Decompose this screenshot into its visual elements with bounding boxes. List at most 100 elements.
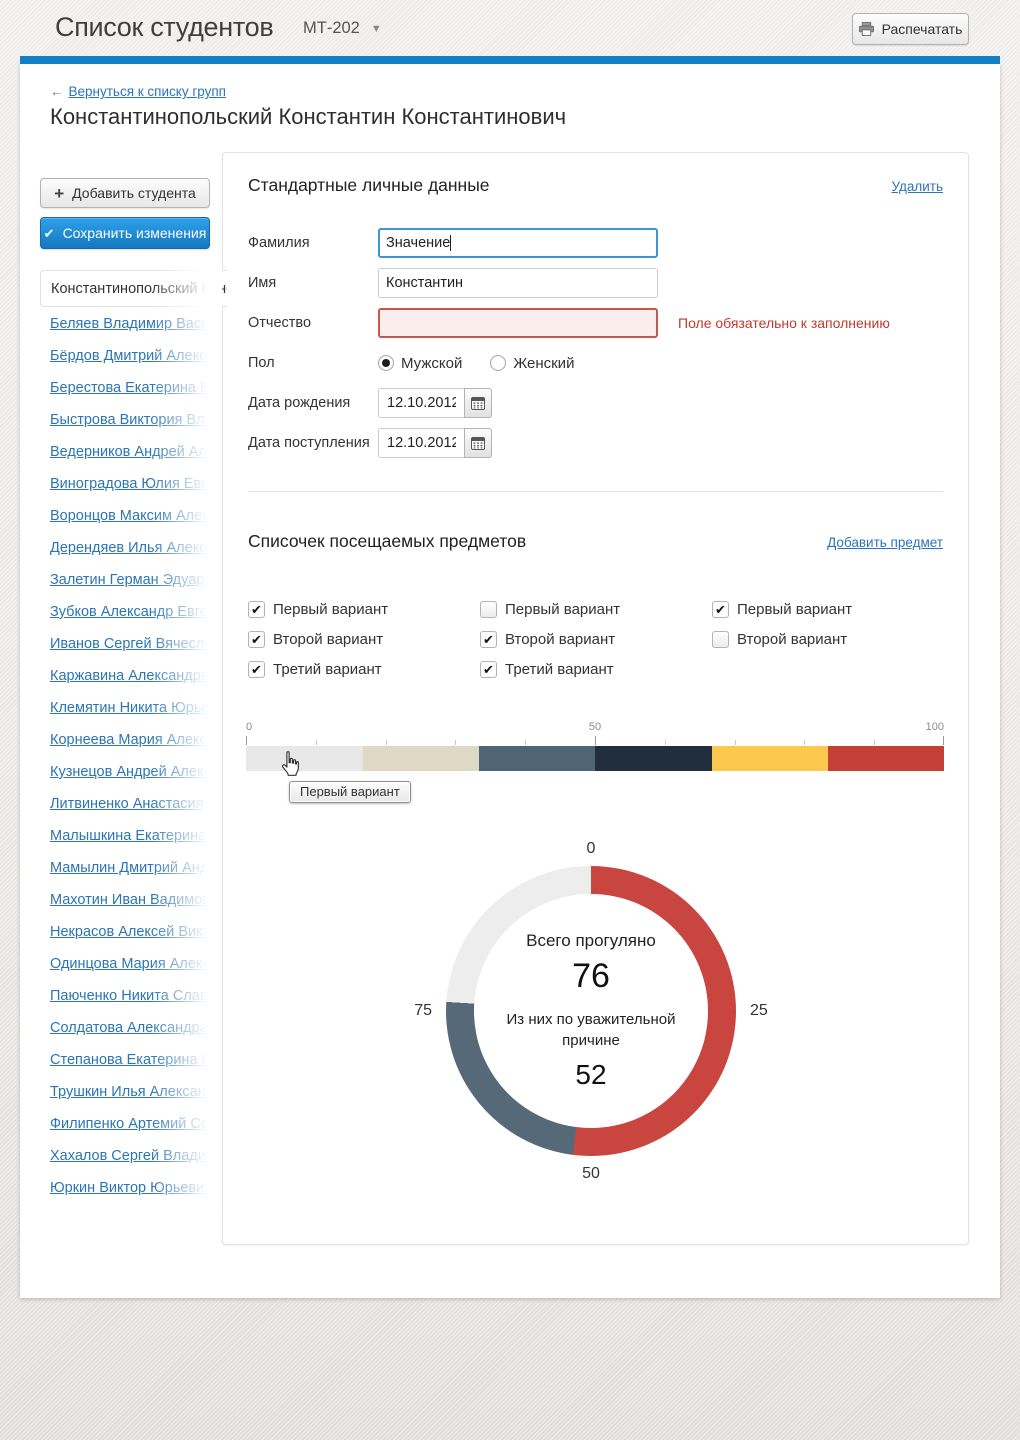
admission-date-field[interactable] (378, 428, 464, 458)
checkbox-checked-icon[interactable]: ✔ (480, 631, 497, 648)
bar-axis-labels: 050100 (246, 721, 944, 735)
calendar-icon (471, 396, 485, 410)
sidebar-student-link[interactable]: Воронцов Максим Алекс (50, 500, 222, 532)
breadcrumb: ←Вернуться к списку групп (50, 84, 226, 99)
sidebar-student-link[interactable]: Корнеева Мария Алексе (50, 724, 222, 756)
student-details-card: Стандартные личные данные Удалить Фамили… (222, 152, 969, 1245)
back-to-groups-link[interactable]: Вернуться к списку групп (69, 84, 226, 99)
add-subject-link[interactable]: Добавить предмет (827, 535, 943, 550)
bar-axis-tick (316, 740, 317, 745)
sidebar-student-link[interactable]: Каржавина Александра (50, 660, 222, 692)
check-mark: ✔ (251, 633, 262, 646)
subject-checkbox-item[interactable]: ✔Третий вариант (248, 661, 480, 678)
print-button[interactable]: Распечатать (852, 13, 969, 45)
printer-icon (859, 22, 874, 36)
gender-male-option[interactable]: Мужской (378, 355, 462, 372)
page-title: Константинопольский Константин Константи… (50, 104, 566, 130)
sidebar-student-link[interactable]: Паюченко Никита Славо (50, 980, 222, 1012)
delete-student-link[interactable]: Удалить (891, 179, 943, 194)
check-mark: ✔ (483, 663, 494, 676)
sidebar-student-link[interactable]: Быстрова Виктория Влад (50, 404, 222, 436)
bar-axis-tick (943, 736, 944, 745)
sidebar-student-link[interactable]: Зубков Александр Евген (50, 596, 222, 628)
sidebar-student-link[interactable]: Кузнецов Андрей Алекс (50, 756, 222, 788)
sidebar-student-link[interactable]: Ведерников Андрей Але (50, 436, 222, 468)
add-student-button[interactable]: + Добавить студента (40, 178, 210, 208)
gender-female-option[interactable]: Женский (490, 355, 574, 372)
bar-axis-tick (874, 740, 875, 745)
checkbox-checked-icon[interactable]: ✔ (248, 601, 265, 618)
sidebar-student-link[interactable]: Махотин Иван Вадимов (50, 884, 222, 916)
sidebar-student-link[interactable]: Степанова Екатерина Ни (50, 1044, 222, 1076)
admission-date-calendar-button[interactable] (464, 428, 492, 458)
birth-date-field[interactable] (378, 388, 464, 418)
bar-axis-tick (455, 740, 456, 745)
sidebar-student-link[interactable]: Некрасов Алексей Викто (50, 916, 222, 948)
bar-segment[interactable] (712, 746, 829, 771)
bar-axis-tick (246, 736, 247, 745)
checkbox-checked-icon[interactable]: ✔ (248, 661, 265, 678)
sidebar-student-link[interactable]: Одинцова Мария Алекса (50, 948, 222, 980)
plus-icon: + (54, 185, 64, 202)
save-changes-button[interactable]: ✔ Сохранить изменения (40, 217, 210, 249)
sidebar-item-active-student[interactable]: Константинопольский Константин Константи… (40, 270, 227, 307)
last-name-label: Фамилия (248, 235, 310, 251)
sidebar-student-link[interactable]: Трушкин Илья Александ (50, 1076, 222, 1108)
subject-checkbox-item[interactable]: ✔Первый вариант (248, 601, 480, 618)
sidebar-student-link[interactable]: Солдатова Александра (50, 1012, 222, 1044)
birth-date-label: Дата рождения (248, 395, 350, 411)
sidebar-student-link[interactable]: Филипенко Артемий Сер (50, 1108, 222, 1140)
bar-segment[interactable] (828, 746, 944, 771)
add-student-label: Добавить студента (72, 185, 196, 201)
subject-checkbox-item[interactable]: Первый вариант (480, 601, 712, 618)
subject-checkbox-label: Второй вариант (737, 631, 847, 648)
page-header-title: Список студентов (55, 12, 273, 43)
sidebar-student-link[interactable]: Бёрдов Дмитрий Алекса (50, 340, 222, 372)
sidebar-student-link[interactable]: Берестова Екатерина Вл (50, 372, 222, 404)
subjects-section-header: Списочек посещаемых предметов Добавить п… (248, 531, 943, 552)
first-name-field[interactable] (378, 268, 658, 298)
checkbox-checked-icon[interactable]: ✔ (480, 661, 497, 678)
sidebar-student-link[interactable]: Малышкина Екатерина (50, 820, 222, 852)
subject-checkbox-item[interactable]: ✔Второй вариант (248, 631, 480, 648)
checkbox-unchecked-icon[interactable] (480, 601, 497, 618)
subject-checkbox-item[interactable]: ✔Третий вариант (480, 661, 712, 678)
group-selector[interactable]: МТ-202 ▼ (303, 19, 382, 38)
admission-date-row: Дата поступления (248, 423, 943, 463)
gender-row: Пол Мужской Женский (248, 343, 943, 383)
sidebar-student-link[interactable]: Хахалов Сергей Владим (50, 1140, 222, 1172)
sidebar-student-link[interactable]: Литвиненко Анастасия (50, 788, 222, 820)
last-name-row: Фамилия (248, 223, 943, 263)
sidebar-student-link[interactable]: Юркин Виктор Юрьевич (50, 1172, 222, 1204)
subject-checkbox-item[interactable]: ✔ Первый вариант (712, 601, 944, 618)
subject-checkbox-label: Первый вариант (737, 601, 852, 618)
middle-name-field[interactable] (378, 308, 658, 338)
bar-segment[interactable] (363, 746, 480, 771)
sidebar-student-link[interactable]: Беляев Владимир Василь (50, 308, 222, 340)
subject-checkbox-label: Первый вариант (505, 601, 620, 618)
donut-tick-0: 0 (587, 840, 596, 858)
sidebar-student-link[interactable]: Клемятин Никита Юрьев (50, 692, 222, 724)
chevron-down-icon: ▼ (371, 23, 382, 35)
sidebar-student-link[interactable]: Залетин Герман Эдуардо (50, 564, 222, 596)
birth-date-row: Дата рождения (248, 383, 943, 423)
checkbox-checked-icon[interactable]: ✔ (712, 601, 729, 618)
subject-checkbox-item[interactable]: Второй вариант (712, 631, 944, 648)
sidebar-student-link[interactable]: Дерендяев Илья Алекса (50, 532, 222, 564)
bar-segment[interactable] (479, 746, 595, 771)
checkbox-unchecked-icon[interactable] (712, 631, 729, 648)
bar-segment[interactable] (595, 746, 712, 771)
checkbox-checked-icon[interactable]: ✔ (248, 631, 265, 648)
sidebar-student-link[interactable]: Мамылин Дмитрий Андр (50, 852, 222, 884)
bar-segment[interactable] (246, 746, 363, 771)
birth-date-calendar-button[interactable] (464, 388, 492, 418)
sidebar-student-link[interactable]: Иванов Сергей Вячесла (50, 628, 222, 660)
sidebar-student-link[interactable]: Виноградова Юлия Евге (50, 468, 222, 500)
stacked-bar (246, 746, 944, 771)
check-mark: ✔ (715, 603, 726, 616)
donut-tick-50: 50 (582, 1165, 600, 1183)
check-icon: ✔ (44, 227, 55, 240)
donut-center-subtitle: Из них по уважительной причине (485, 1010, 697, 1051)
subject-checkbox-item[interactable]: ✔Второй вариант (480, 631, 712, 648)
last-name-field[interactable] (378, 228, 658, 258)
